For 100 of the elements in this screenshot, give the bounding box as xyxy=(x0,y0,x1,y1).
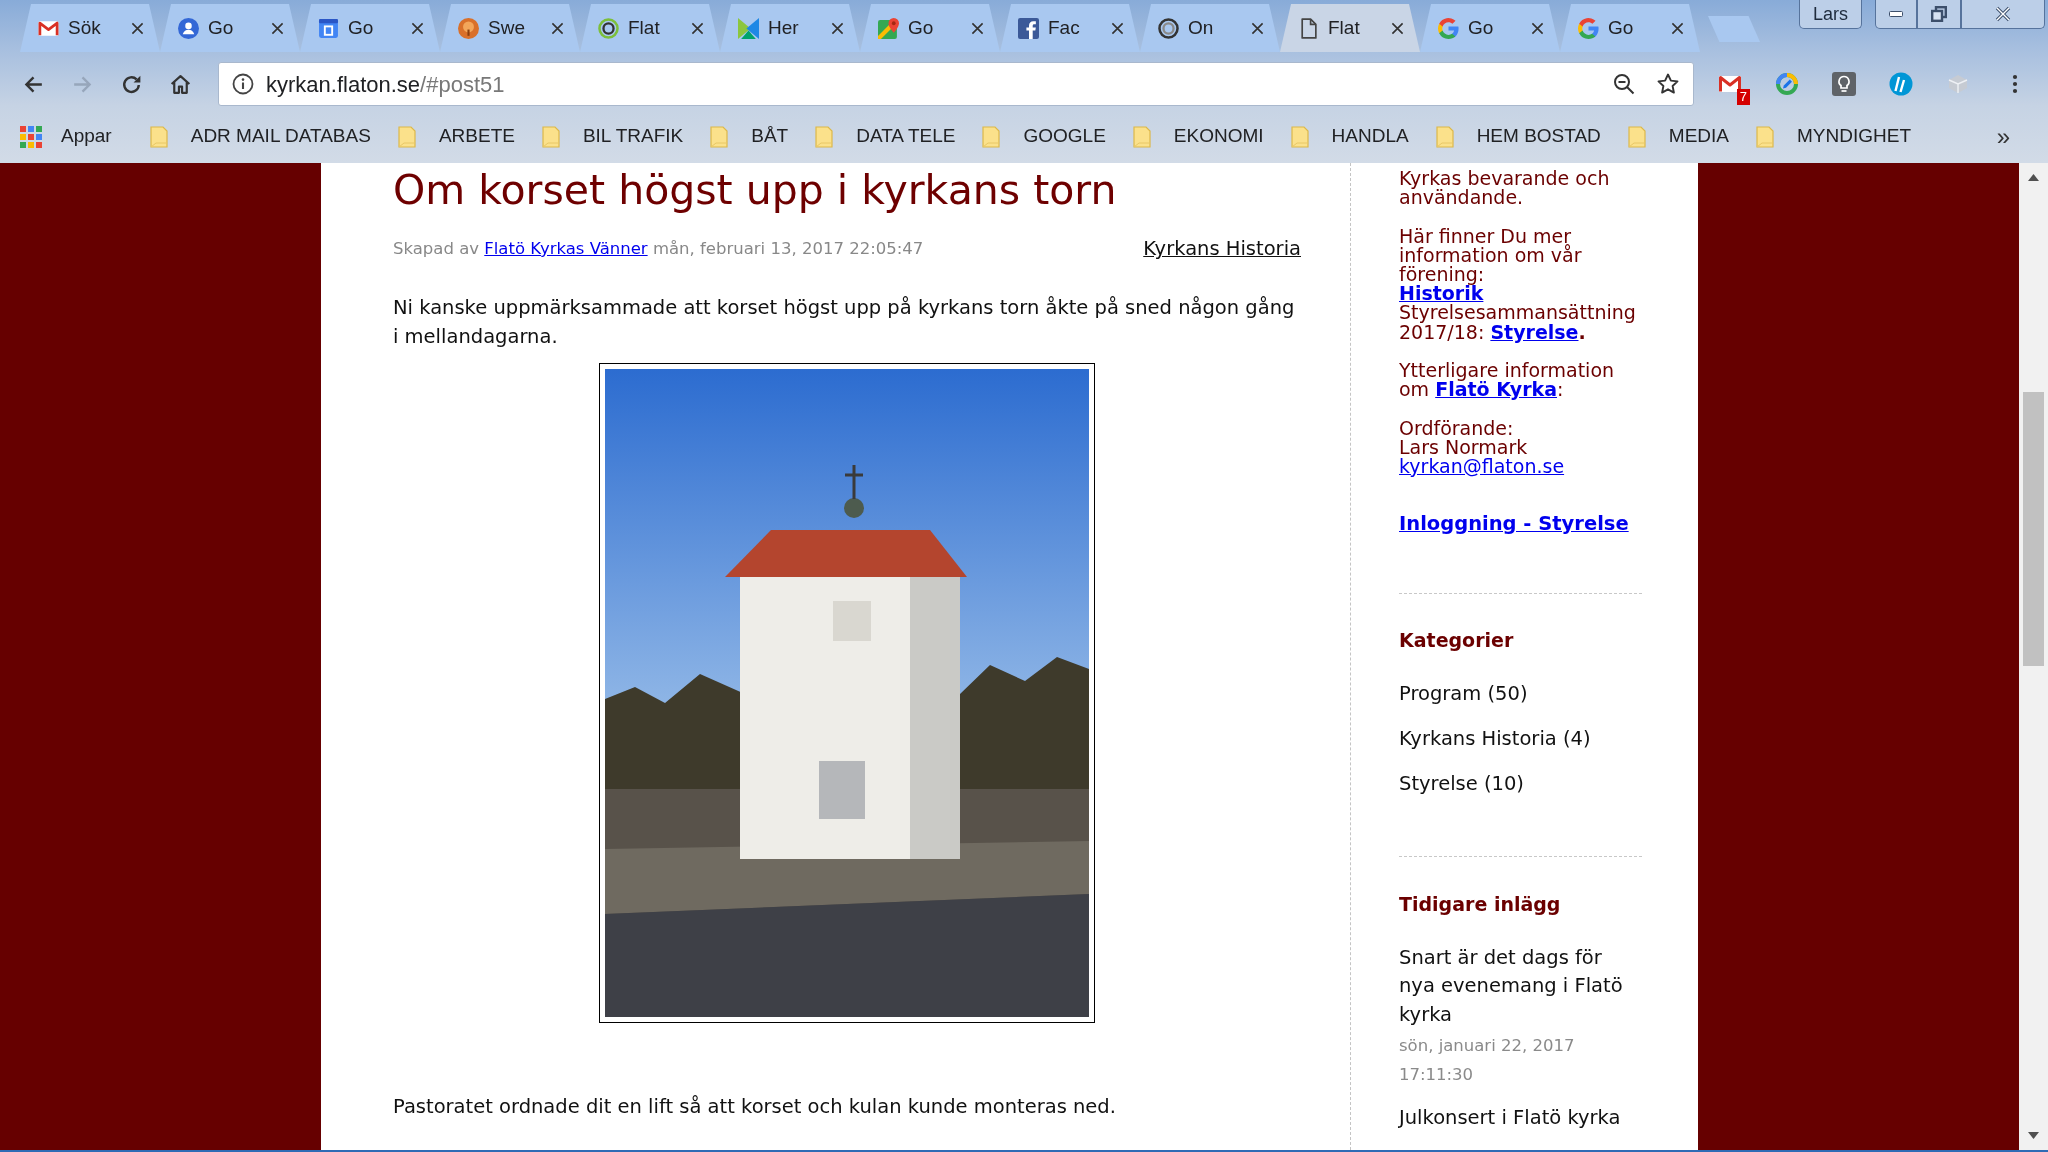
recent-post-link[interactable]: Snart är det dags för nya evenemang i Flatö kyrka xyxy=(1399,943,1637,1030)
apps-button[interactable]: Appar xyxy=(19,122,112,151)
document-icon xyxy=(1298,17,1319,39)
sidebar-paragraph: Ordförande: Lars Normark kyrkan@flaton.se xyxy=(1399,418,1566,477)
browser-tab[interactable]: Swe xyxy=(440,4,580,52)
category-link[interactable]: Kyrkans Historia (4) xyxy=(1399,726,1591,753)
folder-icon xyxy=(1289,124,1310,149)
section-heading: Tidigare inlägg xyxy=(1399,892,1562,918)
folder-icon xyxy=(540,124,561,149)
rings-icon xyxy=(1158,17,1179,39)
post-paragraph: Ni kanske uppmärksammade att korset högst upp på kyrkans torn åkte på sned någon gång i mellandagarna. xyxy=(393,294,1296,350)
g-logo-icon xyxy=(1438,17,1459,39)
folder-icon xyxy=(148,124,169,149)
browser-tab[interactable]: Flat xyxy=(1280,4,1420,52)
browser-tab[interactable]: On xyxy=(1140,4,1280,52)
post-date: sön, januari 22, 2017 17:11:30 xyxy=(1399,1034,1576,1086)
browser-tab[interactable]: Flat xyxy=(580,4,720,52)
star-icon[interactable] xyxy=(1656,72,1680,96)
folder-icon xyxy=(1131,124,1152,149)
down-arrow-icon[interactable] xyxy=(2028,1132,2039,1139)
lightbulb-icon[interactable] xyxy=(1832,72,1856,96)
bookmark-folder[interactable]: BÅT xyxy=(709,122,789,151)
browser-tab[interactable]: Fac xyxy=(1000,4,1140,52)
bookmark-folder[interactable]: MEDIA xyxy=(1626,122,1730,151)
bookmark-folder[interactable]: EKONOMI xyxy=(1131,122,1264,151)
url-text: kyrkan.flaton.se/#post51 xyxy=(266,70,506,99)
browser-tab[interactable]: Go xyxy=(1420,4,1560,52)
minimize-button[interactable] xyxy=(1875,0,1917,29)
address-bar[interactable]: kyrkan.flaton.se/#post51 xyxy=(218,62,1694,106)
map-pin-icon xyxy=(878,17,899,39)
post-paragraph: Pastoratet ordnade dit en lift så att korset och kulan kunde monteras ned. xyxy=(393,1093,1117,1120)
folder-icon xyxy=(814,124,835,149)
up-arrow-icon[interactable] xyxy=(2028,174,2039,181)
bookmark-folder[interactable]: ADR MAIL DATABAS xyxy=(148,122,371,151)
scrollbar-thumb[interactable] xyxy=(2023,392,2044,666)
close-icon[interactable] xyxy=(1111,21,1124,35)
category-link[interactable]: Kyrkans Historia xyxy=(1143,234,1301,264)
sidebar-paragraph: Kyrkas bevarande och användande. xyxy=(1399,169,1611,208)
browser-tab[interactable]: Go xyxy=(300,4,440,52)
folder-icon xyxy=(1755,124,1776,149)
close-icon[interactable] xyxy=(1391,21,1404,35)
post-byline: Skapad av Flatö Kyrkas Vänner mån, februari 13, 2017 22:05:47 xyxy=(393,237,924,260)
info-icon[interactable] xyxy=(231,72,255,96)
browser-tab[interactable]: Sök xyxy=(20,4,160,52)
disc-logo-icon[interactable] xyxy=(1889,72,1913,96)
recent-post-link[interactable]: Julkonsert i Flatö kyrka xyxy=(1399,1103,1637,1133)
pencil-ring-icon[interactable] xyxy=(1775,72,1799,96)
restore-icon xyxy=(1931,6,1947,22)
bookmark-folder[interactable]: GOOGLE xyxy=(981,122,1106,151)
sidebar-paragraph: Här finner Du mer information om vår förening: Historik Styrelsesammansättning 2017/18: Styrelse. xyxy=(1399,226,1637,342)
tree-icon xyxy=(458,17,479,39)
category-link[interactable]: Program (50) xyxy=(1399,681,1528,708)
triangles-icon xyxy=(738,17,759,39)
browser-tab[interactable]: Go xyxy=(1560,4,1700,52)
category-link[interactable]: Styrelse (10) xyxy=(1399,771,1524,798)
close-icon[interactable] xyxy=(411,21,424,35)
folder-icon xyxy=(709,124,730,149)
close-icon[interactable] xyxy=(1531,21,1544,35)
sidebar-paragraph: Ytterligare information om Flatö Kyrka: xyxy=(1399,361,1616,400)
login-link[interactable]: Inloggning - Styrelse xyxy=(1399,512,1629,537)
folder-icon xyxy=(981,124,1002,149)
sidebar-link[interactable]: Styrelse xyxy=(1490,320,1579,343)
bookmark-folder[interactable]: HEM BOSTAD xyxy=(1434,122,1601,151)
bookmark-folder[interactable]: HANDLA xyxy=(1289,122,1409,151)
minimize-icon xyxy=(1889,11,1903,17)
bookmarks-overflow-button[interactable]: » xyxy=(1996,124,2010,149)
folder-icon xyxy=(396,124,417,149)
sidebar-link[interactable]: kyrkan@flaton.se xyxy=(1399,455,1565,477)
close-icon[interactable] xyxy=(271,21,284,35)
close-icon[interactable] xyxy=(691,21,704,35)
post-title: Om korset högst upp i kyrkans torn xyxy=(393,165,1118,215)
browser-tab[interactable]: Her xyxy=(720,4,860,52)
browser-tab[interactable]: Go xyxy=(160,4,300,52)
notification-badge: 7 xyxy=(1736,89,1750,105)
bookmark-folder[interactable]: MYNDIGHET xyxy=(1755,122,1912,151)
rings-icon xyxy=(598,17,619,39)
close-icon[interactable] xyxy=(971,21,984,35)
restore-button[interactable] xyxy=(1917,0,1961,29)
close-icon[interactable] xyxy=(1251,21,1264,35)
f-logo-icon xyxy=(1018,17,1039,39)
zoom-out-icon[interactable] xyxy=(1612,72,1636,96)
folder-icon xyxy=(1626,124,1647,149)
g-logo-icon xyxy=(1578,17,1599,39)
apps-grid-icon xyxy=(19,124,43,149)
profile-button[interactable]: Lars xyxy=(1799,0,1862,29)
bookmark-folder[interactable]: BIL TRAFIK xyxy=(540,122,684,151)
folder-icon xyxy=(1434,124,1455,149)
person-icon xyxy=(178,17,199,39)
close-icon[interactable] xyxy=(831,21,844,35)
browser-tab[interactable]: Go xyxy=(860,4,1000,52)
bookmark-folder[interactable]: DATA TELE xyxy=(814,122,956,151)
close-icon xyxy=(1995,6,2011,22)
close-icon[interactable] xyxy=(1671,21,1684,35)
section-heading: Kategorier xyxy=(1399,628,1515,654)
author-link[interactable]: Flatö Kyrkas Vänner xyxy=(484,238,648,258)
calendar-icon xyxy=(318,17,339,39)
close-button[interactable] xyxy=(1961,0,2045,29)
close-icon[interactable] xyxy=(551,21,564,35)
close-icon[interactable] xyxy=(131,21,144,35)
bookmark-folder[interactable]: ARBETE xyxy=(396,122,515,151)
